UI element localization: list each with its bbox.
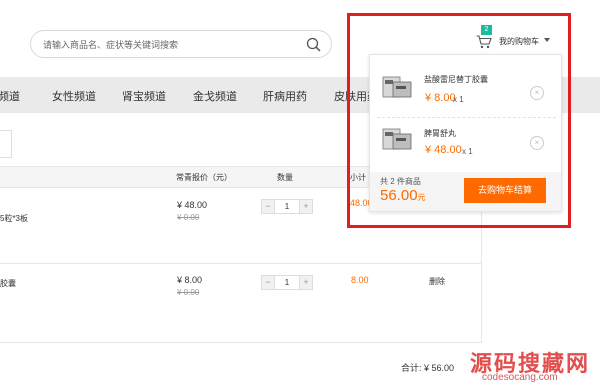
- minus-button[interactable]: −: [262, 276, 275, 289]
- cart-total: 合计: ¥ 56.00: [401, 363, 455, 373]
- mini-cart-item-qty: x 1: [453, 95, 464, 104]
- nav-item-jinge[interactable]: 金戈频道: [193, 88, 237, 104]
- mini-cart-dropdown: 盐酸雷尼替丁胶囊 ¥ 8.00 x 1 × 脾胃舒丸 ¥ 48.00 x 1 ×…: [369, 54, 562, 212]
- product-thumbnail[interactable]: [381, 73, 414, 101]
- row-price: ¥ 8.00: [177, 275, 203, 285]
- header-subtotal: 小计: [350, 173, 366, 182]
- nav-item-kidney[interactable]: 肾宝频道: [122, 88, 166, 104]
- checkout-button[interactable]: 去购物车结算: [464, 178, 546, 203]
- minus-button[interactable]: −: [262, 200, 275, 213]
- row-divider: [0, 263, 482, 264]
- nav-item-women[interactable]: 女性频道: [52, 88, 96, 104]
- cart-count-badge: 2: [481, 25, 492, 35]
- header-qty: 数量: [277, 173, 293, 182]
- cart-icon: [476, 35, 492, 49]
- mini-cart-item-name[interactable]: 脾胃舒丸: [424, 128, 456, 139]
- currency-unit: 元: [417, 193, 426, 202]
- tab-stub[interactable]: [0, 130, 12, 158]
- nav-item-channel[interactable]: 频道: [0, 88, 20, 104]
- header-price: 常青报价（元）: [176, 173, 232, 182]
- row-original-price: ¥ 0.00: [177, 213, 200, 222]
- nav-item-liver[interactable]: 肝病用药: [263, 88, 307, 104]
- mini-cart-total: 56.00元: [380, 187, 426, 204]
- chevron-down-icon: [544, 38, 550, 42]
- row-product-name[interactable]: 5粒*3板: [0, 213, 28, 224]
- quantity-stepper: − +: [261, 275, 313, 290]
- remove-item-button[interactable]: ×: [530, 136, 544, 150]
- row-product-name[interactable]: 胶囊: [0, 278, 16, 289]
- mini-cart-total-value: 56.00: [380, 187, 418, 204]
- plus-button[interactable]: +: [299, 200, 312, 213]
- mini-cart-item-qty: x 1: [462, 147, 473, 156]
- mini-cart-item-name[interactable]: 盐酸雷尼替丁胶囊: [424, 74, 488, 85]
- row-subtotal: 8.00: [351, 275, 369, 285]
- mini-cart-item-price: ¥ 48.00: [425, 144, 462, 156]
- mini-cart-item-price: ¥ 8.00: [425, 92, 456, 104]
- search-box: [30, 30, 332, 58]
- mini-cart-footer: 共 2 件商品 56.00元 去购物车结算: [370, 172, 561, 211]
- delete-link[interactable]: 删除: [429, 276, 445, 287]
- quantity-input[interactable]: [276, 276, 298, 289]
- cart-label: 我的购物车: [499, 37, 539, 46]
- item-count: 共 2 件商品: [380, 177, 421, 186]
- row-divider: [0, 342, 482, 343]
- search-icon[interactable]: [306, 37, 321, 52]
- remove-item-button[interactable]: ×: [530, 86, 544, 100]
- quantity-input[interactable]: [276, 200, 298, 213]
- product-thumbnail[interactable]: [381, 125, 414, 153]
- row-price: ¥ 48.00: [177, 200, 208, 210]
- watermark-url: codesocang.com: [482, 372, 558, 383]
- page: 2 我的购物车 频道 女性频道 肾宝频道 金戈频道 肝病用药 皮肤用药 常青报价…: [0, 0, 600, 385]
- row-original-price: ¥ 0.00: [177, 288, 200, 297]
- search-input[interactable]: [43, 37, 283, 52]
- quantity-stepper: − +: [261, 199, 313, 214]
- item-divider: [377, 117, 556, 118]
- plus-button[interactable]: +: [299, 276, 312, 289]
- my-cart-button[interactable]: 2 我的购物车: [472, 25, 560, 57]
